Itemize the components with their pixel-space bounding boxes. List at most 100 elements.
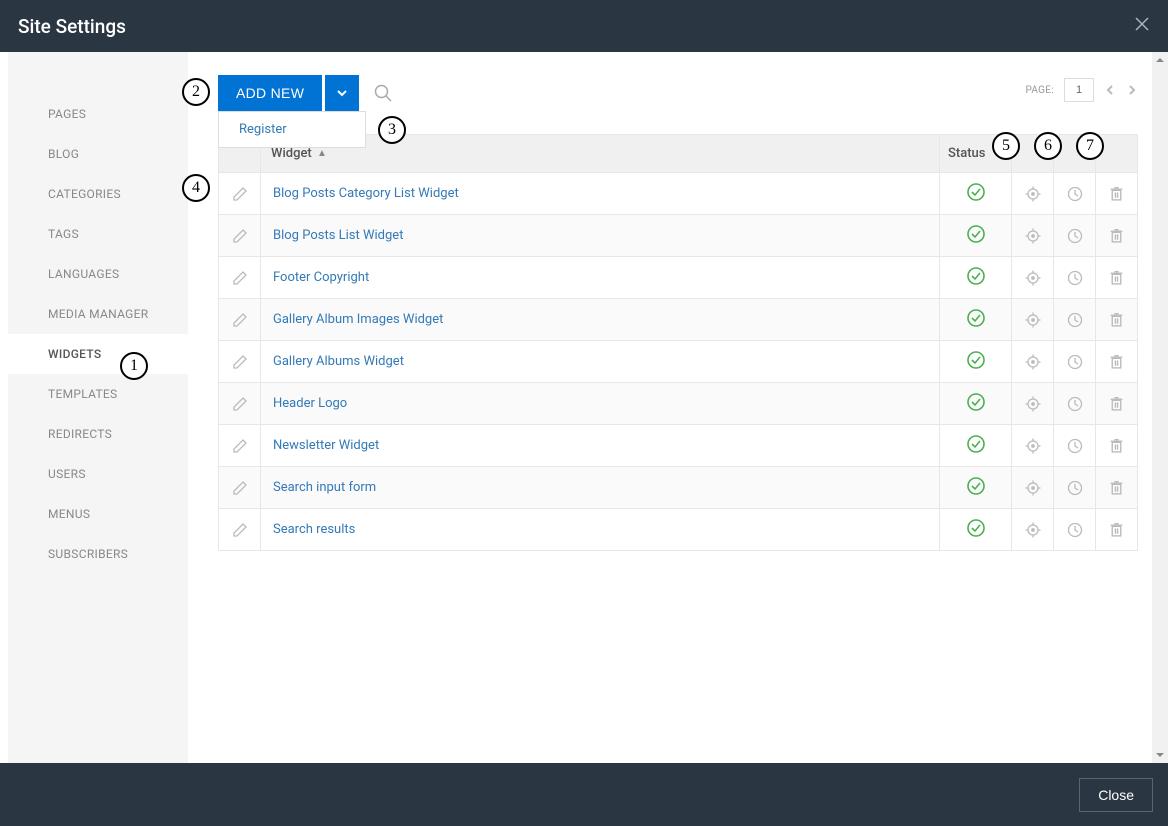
options-button[interactable] bbox=[1012, 299, 1054, 341]
sort-asc-icon: ▲ bbox=[317, 148, 327, 159]
history-button[interactable] bbox=[1054, 173, 1096, 215]
widget-link[interactable]: Header Logo bbox=[261, 396, 347, 411]
status-cell bbox=[940, 257, 1012, 299]
delete-button[interactable] bbox=[1096, 467, 1138, 509]
pager-input[interactable] bbox=[1064, 78, 1094, 102]
history-button[interactable] bbox=[1054, 383, 1096, 425]
target-icon bbox=[1025, 186, 1041, 201]
history-button[interactable] bbox=[1054, 509, 1096, 551]
options-button[interactable] bbox=[1012, 383, 1054, 425]
close-icon[interactable] bbox=[1134, 16, 1150, 36]
widget-link[interactable]: Search results bbox=[261, 522, 355, 537]
options-button[interactable] bbox=[1012, 257, 1054, 299]
search-button[interactable] bbox=[373, 83, 393, 103]
scroll-up-icon[interactable] bbox=[1152, 52, 1168, 68]
sidebar-item-tags[interactable]: TAGS bbox=[8, 214, 188, 254]
widget-link[interactable]: Newsletter Widget bbox=[261, 438, 379, 453]
history-button[interactable] bbox=[1054, 425, 1096, 467]
status-cell bbox=[940, 215, 1012, 257]
edit-button[interactable] bbox=[219, 425, 261, 467]
sidebar-item-categories[interactable]: CATEGORIES bbox=[8, 174, 188, 214]
trash-icon bbox=[1108, 438, 1125, 453]
pager: PAGE: bbox=[1025, 78, 1138, 102]
status-ok-icon bbox=[966, 350, 986, 370]
sidebar-item-pages[interactable]: PAGES bbox=[8, 94, 188, 134]
options-button[interactable] bbox=[1012, 425, 1054, 467]
delete-button[interactable] bbox=[1096, 257, 1138, 299]
options-button[interactable] bbox=[1012, 509, 1054, 551]
sidebar-item-subscribers[interactable]: SUBSCRIBERS bbox=[8, 534, 188, 574]
widget-link[interactable]: Footer Copyright bbox=[261, 270, 369, 285]
sidebar-item-templates[interactable]: TEMPLATES bbox=[8, 374, 188, 414]
delete-button[interactable] bbox=[1096, 509, 1138, 551]
table-row: Newsletter Widget bbox=[219, 425, 1138, 467]
edit-button[interactable] bbox=[219, 467, 261, 509]
sidebar: PAGESBLOGCATEGORIESTAGSLANGUAGESMEDIA MA… bbox=[0, 52, 188, 763]
widget-link[interactable]: Search input form bbox=[261, 480, 376, 495]
col-status-label: Status bbox=[948, 146, 985, 161]
sidebar-item-redirects[interactable]: REDIRECTS bbox=[8, 414, 188, 454]
widget-link[interactable]: Gallery Album Images Widget bbox=[261, 312, 443, 327]
status-cell bbox=[940, 383, 1012, 425]
history-button[interactable] bbox=[1054, 341, 1096, 383]
scrollbar[interactable] bbox=[1152, 52, 1168, 763]
pencil-icon bbox=[232, 522, 248, 537]
sidebar-item-media-manager[interactable]: MEDIA MANAGER bbox=[8, 294, 188, 334]
delete-button[interactable] bbox=[1096, 425, 1138, 467]
delete-button[interactable] bbox=[1096, 173, 1138, 215]
target-icon bbox=[1025, 522, 1041, 537]
edit-button[interactable] bbox=[219, 173, 261, 215]
widget-name-cell: Newsletter Widget bbox=[261, 425, 940, 467]
widgets-table: Widget ▲ Status ▼ Blog Posts Category Li… bbox=[218, 134, 1138, 551]
history-button[interactable] bbox=[1054, 467, 1096, 509]
edit-button[interactable] bbox=[219, 383, 261, 425]
sidebar-item-languages[interactable]: LANGUAGES bbox=[8, 254, 188, 294]
history-button[interactable] bbox=[1054, 215, 1096, 257]
edit-button[interactable] bbox=[219, 215, 261, 257]
pencil-icon bbox=[232, 312, 248, 327]
pager-next-button[interactable] bbox=[1126, 84, 1138, 96]
dropdown-item-register[interactable]: Register bbox=[219, 112, 365, 147]
callout-5: 5 bbox=[992, 132, 1020, 160]
clock-icon bbox=[1067, 480, 1083, 495]
widget-link[interactable]: Blog Posts List Widget bbox=[261, 228, 403, 243]
history-button[interactable] bbox=[1054, 257, 1096, 299]
add-new-dropdown-toggle[interactable] bbox=[325, 75, 359, 111]
delete-button[interactable] bbox=[1096, 383, 1138, 425]
sidebar-item-menus[interactable]: MENUS bbox=[8, 494, 188, 534]
delete-button[interactable] bbox=[1096, 215, 1138, 257]
widget-name-cell: Search input form bbox=[261, 467, 940, 509]
delete-button[interactable] bbox=[1096, 341, 1138, 383]
modal-footer: Close bbox=[0, 763, 1168, 826]
status-ok-icon bbox=[966, 224, 986, 244]
target-icon bbox=[1025, 480, 1041, 495]
edit-button[interactable] bbox=[219, 257, 261, 299]
clock-icon bbox=[1067, 522, 1083, 537]
options-button[interactable] bbox=[1012, 215, 1054, 257]
callout-4: 4 bbox=[182, 174, 210, 202]
scroll-down-icon[interactable] bbox=[1152, 747, 1168, 763]
edit-button[interactable] bbox=[219, 509, 261, 551]
delete-button[interactable] bbox=[1096, 299, 1138, 341]
pager-prev-button[interactable] bbox=[1104, 84, 1116, 96]
history-button[interactable] bbox=[1054, 299, 1096, 341]
target-icon bbox=[1025, 396, 1041, 411]
widget-link[interactable]: Blog Posts Category List Widget bbox=[261, 186, 459, 201]
clock-icon bbox=[1067, 312, 1083, 327]
edit-button[interactable] bbox=[219, 341, 261, 383]
widget-link[interactable]: Gallery Albums Widget bbox=[261, 354, 404, 369]
options-button[interactable] bbox=[1012, 173, 1054, 215]
close-button[interactable]: Close bbox=[1079, 778, 1153, 812]
widget-name-cell: Gallery Album Images Widget bbox=[261, 299, 940, 341]
pencil-icon bbox=[232, 396, 248, 411]
sidebar-item-widgets[interactable]: WIDGETS bbox=[8, 334, 188, 374]
add-new-button[interactable]: ADD NEW bbox=[218, 75, 322, 111]
status-ok-icon bbox=[966, 476, 986, 496]
edit-button[interactable] bbox=[219, 299, 261, 341]
clock-icon bbox=[1067, 354, 1083, 369]
options-button[interactable] bbox=[1012, 467, 1054, 509]
sidebar-item-users[interactable]: USERS bbox=[8, 454, 188, 494]
options-button[interactable] bbox=[1012, 341, 1054, 383]
target-icon bbox=[1025, 312, 1041, 327]
sidebar-item-blog[interactable]: BLOG bbox=[8, 134, 188, 174]
